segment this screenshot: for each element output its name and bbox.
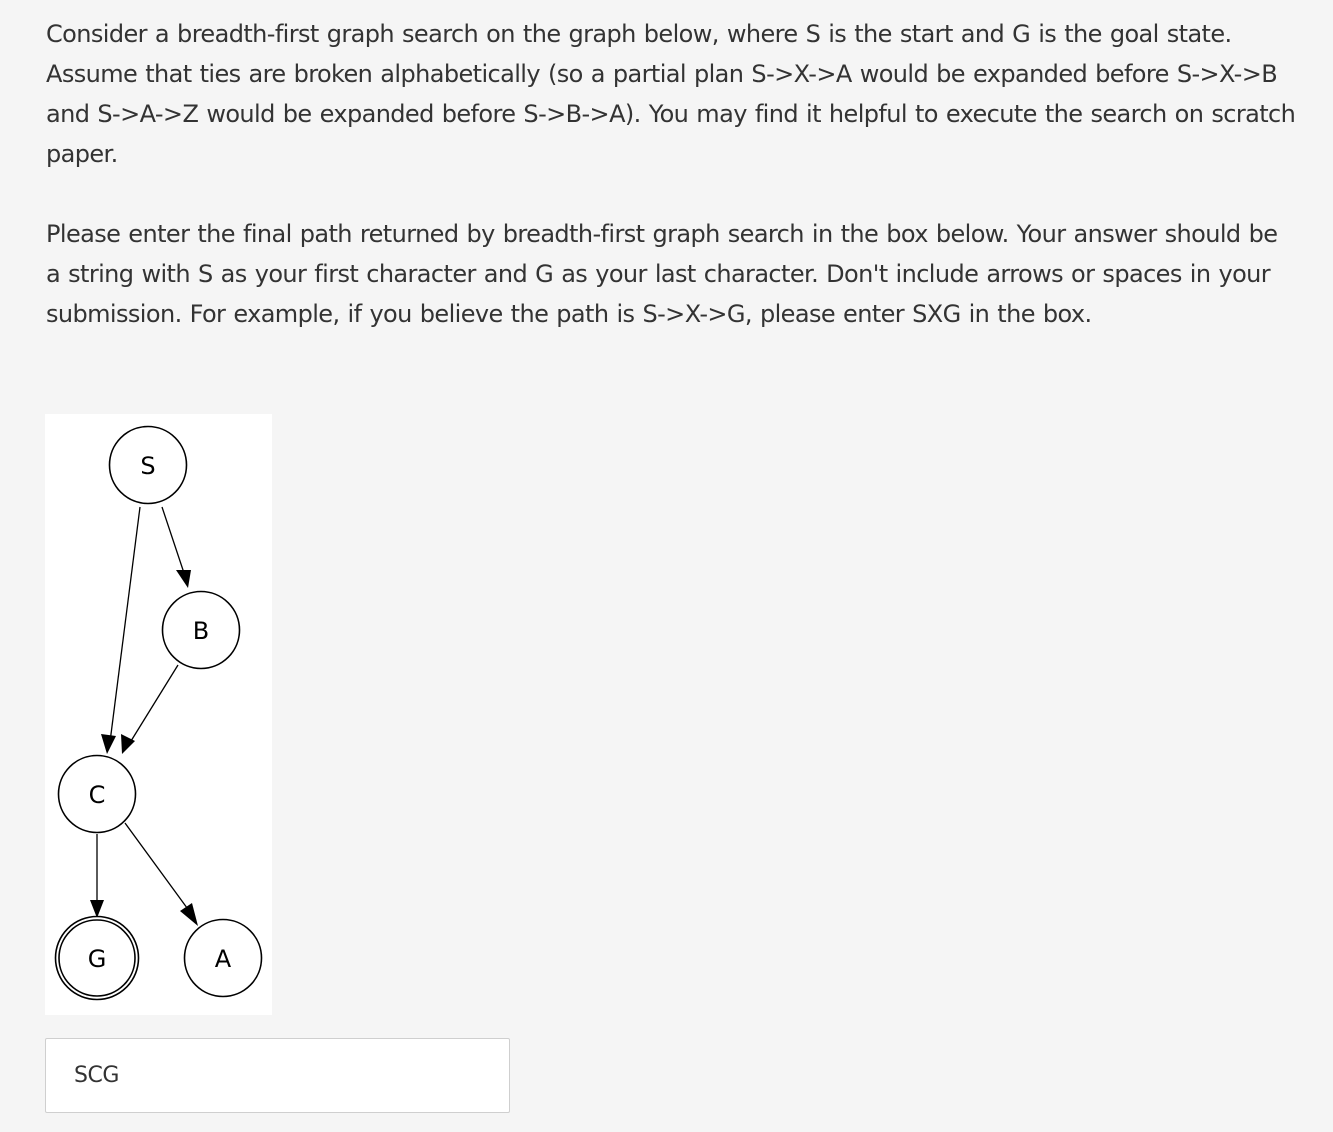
node-label-b: B: [193, 617, 209, 645]
edge-s-b-arrowhead: [176, 570, 191, 588]
edge-c-g-arrowhead: [90, 900, 104, 918]
graph-node-a: A: [183, 918, 263, 998]
edge-c-a: [124, 822, 191, 913]
edge-s-c-arrowhead: [101, 734, 116, 754]
answer-input[interactable]: [45, 1038, 510, 1113]
edge-s-c: [109, 506, 141, 743]
graph-figure: S B C G A: [45, 414, 272, 1015]
graph-node-s: S: [108, 425, 188, 505]
graph-node-g: G: [54, 915, 140, 1001]
node-label-s: S: [140, 452, 155, 480]
question-text: Consider a breadth-first graph search on…: [46, 14, 1296, 334]
question-paragraph-2: Please enter the final path returned by …: [46, 220, 1278, 328]
graph-diagram: S B C G A: [54, 425, 263, 1001]
edge-s-b: [161, 506, 187, 580]
edge-b-c: [130, 664, 179, 742]
graph-edges: [90, 506, 198, 926]
node-label-g: G: [88, 945, 107, 973]
graph-node-c: C: [57, 754, 137, 834]
node-label-c: C: [89, 781, 106, 809]
node-label-a: A: [215, 945, 232, 973]
graph-node-b: B: [161, 590, 241, 670]
question-paragraph-1: Consider a breadth-first graph search on…: [46, 20, 1296, 168]
edge-c-a-arrowhead: [180, 903, 198, 926]
